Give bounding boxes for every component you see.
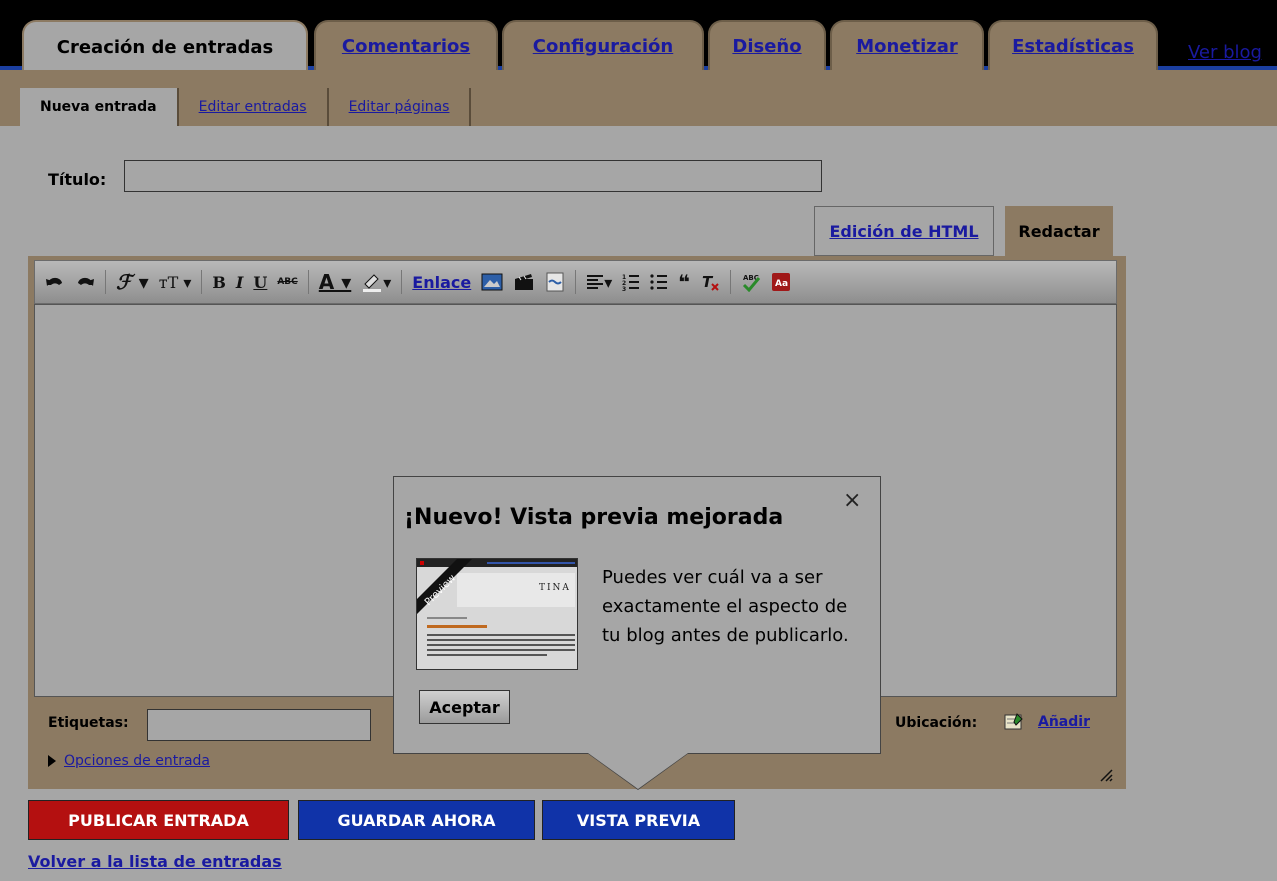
toolbar-separator bbox=[401, 270, 403, 294]
location-map-icon[interactable] bbox=[1004, 713, 1024, 731]
bullet-list-icon[interactable] bbox=[650, 273, 668, 291]
transliteration-icon[interactable]: Aa bbox=[771, 272, 791, 292]
insert-video-icon[interactable] bbox=[513, 272, 535, 292]
html-edit-tab[interactable]: Edición de HTML bbox=[814, 206, 994, 256]
expand-arrow-icon bbox=[48, 755, 56, 767]
publish-button[interactable]: PUBLICAR ENTRADA bbox=[28, 800, 289, 840]
labels-input[interactable] bbox=[147, 709, 371, 741]
thumb-heading: TINA bbox=[539, 583, 571, 593]
undo-icon[interactable] bbox=[45, 275, 65, 289]
font-family-icon[interactable]: ℱ ▾ bbox=[116, 270, 149, 294]
title-label: Título: bbox=[48, 170, 107, 189]
labels-label: Etiquetas: bbox=[48, 715, 129, 731]
location-label: Ubicación: bbox=[895, 715, 978, 731]
post-options-toggle[interactable]: Opciones de entrada bbox=[48, 753, 210, 769]
preview-thumbnail: Preview TINA bbox=[416, 558, 578, 670]
text-color-icon[interactable]: A ▾ bbox=[319, 270, 351, 294]
numbered-list-icon[interactable]: 123 bbox=[622, 273, 640, 291]
quote-icon[interactable]: ❝ bbox=[678, 270, 690, 294]
close-icon[interactable]: × bbox=[843, 488, 861, 513]
insert-jump-break-icon[interactable] bbox=[545, 272, 565, 292]
post-options-link[interactable]: Opciones de entrada bbox=[64, 753, 210, 769]
toolbar-separator bbox=[575, 270, 577, 294]
popup-title: ¡Nuevo! Vista previa mejorada bbox=[404, 505, 784, 530]
editor-toolbar: ℱ ▾ тT ▾ B I U ABC A ▾ ▾ Enlace ▾ 123 ❝ … bbox=[34, 260, 1117, 304]
subtab-editar-entradas[interactable]: Editar entradas bbox=[179, 88, 329, 126]
subtab-editar-paginas[interactable]: Editar páginas bbox=[329, 88, 472, 126]
tab-configuracion[interactable]: Configuración bbox=[502, 20, 704, 70]
popup-pointer bbox=[588, 753, 688, 789]
svg-text:Aa: Aa bbox=[775, 279, 788, 289]
tab-creacion-de-entradas[interactable]: Creación de entradas bbox=[22, 20, 308, 72]
spellcheck-icon[interactable]: ABC bbox=[741, 272, 761, 292]
tab-diseno[interactable]: Diseño bbox=[708, 20, 826, 70]
italic-button[interactable]: I bbox=[236, 273, 243, 292]
view-blog-link[interactable]: Ver blog bbox=[1188, 42, 1262, 63]
tab-comentarios[interactable]: Comentarios bbox=[314, 20, 498, 70]
redo-icon[interactable] bbox=[75, 275, 95, 289]
toolbar-separator bbox=[730, 270, 732, 294]
font-size-icon[interactable]: тT ▾ bbox=[159, 273, 192, 292]
save-now-button[interactable]: GUARDAR AHORA bbox=[298, 800, 535, 840]
compose-tab[interactable]: Redactar bbox=[1005, 206, 1113, 256]
underline-button[interactable]: U bbox=[253, 273, 267, 292]
toolbar-separator bbox=[307, 270, 309, 294]
svg-text:T: T bbox=[702, 273, 714, 291]
strikethrough-button[interactable]: ABC bbox=[277, 277, 297, 287]
add-location-link[interactable]: Añadir bbox=[1038, 714, 1090, 730]
toolbar-separator bbox=[201, 270, 203, 294]
popup-body: Puedes ver cuál va a ser exactamente el … bbox=[602, 567, 849, 646]
bold-button[interactable]: B bbox=[212, 273, 226, 292]
insert-image-icon[interactable] bbox=[481, 272, 503, 292]
align-icon[interactable]: ▾ bbox=[586, 273, 612, 292]
remove-formatting-icon[interactable]: T bbox=[700, 273, 720, 291]
link-button[interactable]: Enlace bbox=[412, 273, 471, 292]
toolbar-separator bbox=[105, 270, 106, 294]
back-to-posts-link[interactable]: Volver a la lista de entradas bbox=[28, 852, 282, 871]
accept-button[interactable]: Aceptar bbox=[419, 690, 510, 724]
preview-button[interactable]: VISTA PREVIA bbox=[542, 800, 735, 840]
sub-tabs: Nueva entrada Editar entradas Editar pág… bbox=[20, 88, 472, 126]
subtab-nueva-entrada[interactable]: Nueva entrada bbox=[20, 88, 179, 126]
tab-estadisticas[interactable]: Estadísticas bbox=[988, 20, 1158, 70]
tab-monetizar[interactable]: Monetizar bbox=[830, 20, 984, 70]
title-input[interactable] bbox=[124, 160, 822, 192]
highlight-color-icon[interactable]: ▾ bbox=[361, 272, 391, 292]
resize-handle-icon[interactable] bbox=[1097, 766, 1113, 782]
svg-text:3: 3 bbox=[622, 286, 626, 291]
